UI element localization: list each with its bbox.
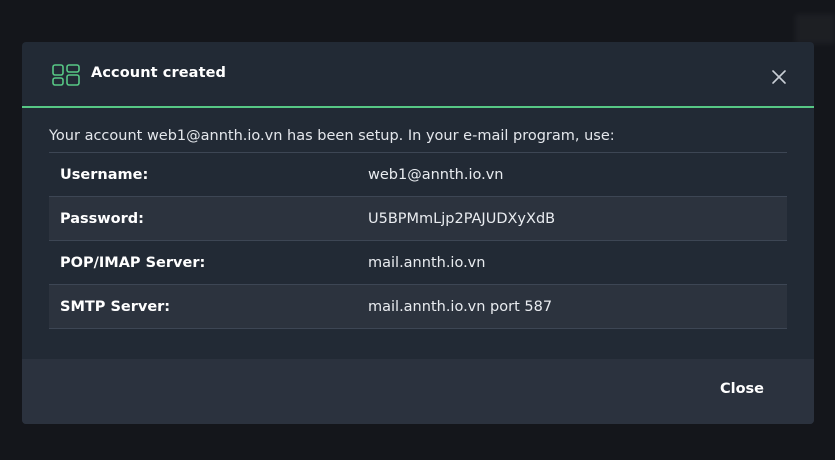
table-row: Password: U5BPMmLjp2PAJUDXyXdB [49,196,787,241]
username-label: Username: [49,152,356,197]
dialog-header: Account created [22,42,814,108]
pop-imap-server-label: POP/IMAP Server: [49,240,356,285]
smtp-server-value: mail.annth.io.vn port 587 [356,284,787,329]
smtp-server-label: SMTP Server: [49,284,356,329]
dialog-footer: Close [22,359,814,424]
username-value: web1@annth.io.vn [356,152,787,197]
close-button[interactable]: Close [720,381,764,397]
setup-message: Your account web1@annth.io.vn has been s… [49,128,615,144]
account-details-table: Username: web1@annth.io.vn Password: U5B… [49,152,787,329]
table-row: Username: web1@annth.io.vn [49,152,787,197]
table-row: POP/IMAP Server: mail.annth.io.vn [49,240,787,285]
password-value: U5BPMmLjp2PAJUDXyXdB [356,196,787,241]
account-created-dialog: Account created Your account web1@annth.… [22,42,814,424]
dialog-title: Account created [91,65,227,81]
close-icon[interactable] [768,66,790,88]
password-label: Password: [49,196,356,241]
background-element [795,14,835,44]
layout-grid-icon [52,64,80,86]
table-row: SMTP Server: mail.annth.io.vn port 587 [49,284,787,329]
pop-imap-server-value: mail.annth.io.vn [356,240,787,285]
